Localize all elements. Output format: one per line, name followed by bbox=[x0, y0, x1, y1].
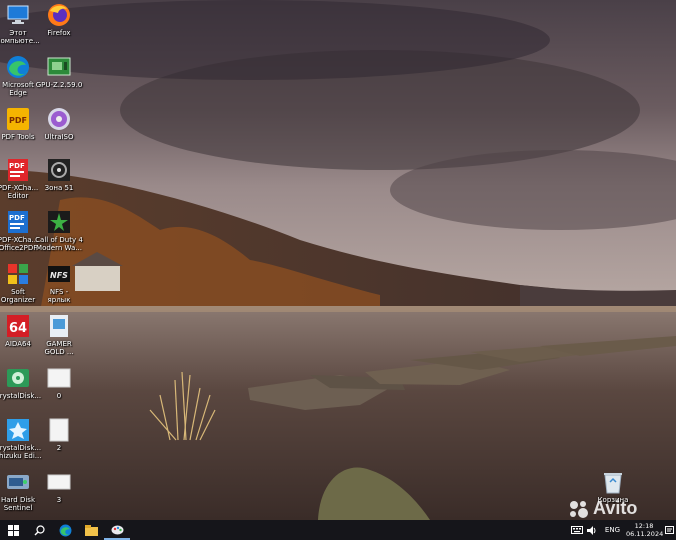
notification-center-button[interactable] bbox=[662, 525, 676, 535]
taskbar-paint-app-button[interactable] bbox=[104, 520, 130, 540]
hard-disk-sentinel-icon bbox=[5, 469, 31, 495]
pdf-xchange-editor-icon: PDF bbox=[5, 157, 31, 183]
desktop-icon-label: Зона 51 bbox=[44, 184, 74, 192]
recycle-bin-icon bbox=[600, 469, 626, 495]
gpu-z-icon bbox=[46, 54, 72, 80]
desktop-icon-file-2[interactable]: 2 bbox=[37, 417, 81, 452]
pdf-tools-icon: PDF bbox=[5, 106, 31, 132]
document-thumbnail-icon bbox=[46, 469, 72, 495]
aida64-icon: 64 bbox=[5, 313, 31, 339]
notification-icon bbox=[664, 525, 674, 534]
paint-app-icon bbox=[111, 525, 123, 535]
search-icon bbox=[34, 524, 45, 535]
desktop-icon-label: Firefox bbox=[47, 29, 71, 37]
desktop-icon-label: UltraISO bbox=[44, 133, 74, 141]
taskbar-file-explorer-button[interactable] bbox=[78, 520, 104, 540]
desktop-icon-label: 0 bbox=[56, 392, 62, 400]
svg-text:64: 64 bbox=[9, 321, 27, 336]
desktop-icon-gpu-z[interactable]: GPU-Z.2.59.0 bbox=[36, 54, 82, 89]
crystaldisk-shizuku-icon bbox=[5, 417, 31, 443]
start-button[interactable] bbox=[0, 520, 26, 540]
watermark-text: Avito bbox=[593, 498, 638, 518]
desktop-icon-label: GAMER GOLD ... bbox=[44, 340, 74, 356]
desktop-icon-label: NFS - ярлык bbox=[47, 288, 71, 304]
windows-start-icon bbox=[7, 524, 19, 536]
desktop-icon-gamer-gold[interactable]: GAMER GOLD ... bbox=[37, 313, 81, 356]
taskbar-edge-button[interactable] bbox=[52, 520, 78, 540]
nfs-shortcut-icon: NFS bbox=[46, 261, 72, 287]
desktop-icon-firefox[interactable]: Firefox bbox=[37, 2, 81, 37]
edge-icon bbox=[5, 54, 31, 80]
svg-text:NFS: NFS bbox=[50, 271, 68, 280]
document-thumbnail-icon bbox=[46, 365, 72, 391]
clock-date: 06.11.2024 bbox=[626, 530, 664, 538]
clock-time: 12:18 bbox=[634, 522, 654, 530]
ultraiso-icon bbox=[46, 106, 72, 132]
desktop-icon-hard-disk-sentinel[interactable]: Hard Disk Sentinel bbox=[0, 469, 40, 512]
svg-text:PDF: PDF bbox=[9, 162, 25, 170]
clock[interactable]: 12:18 06.11.2024 bbox=[626, 522, 664, 538]
call-of-duty-icon bbox=[46, 209, 72, 235]
taskbar: ENG 12:18 06.11.2024 bbox=[0, 520, 676, 540]
this-pc-icon bbox=[5, 2, 31, 28]
search-button[interactable] bbox=[26, 520, 52, 540]
svg-text:PDF: PDF bbox=[9, 116, 27, 125]
desktop-wallpaper bbox=[0, 0, 676, 520]
desktop-icon-zona51[interactable]: Зона 51 bbox=[37, 157, 81, 192]
document-thumbnail-icon bbox=[46, 417, 72, 443]
input-language[interactable]: ENG bbox=[605, 526, 620, 534]
system-tray: ENG 12:18 06.11.2024 bbox=[570, 520, 676, 540]
avito-logo-icon bbox=[570, 500, 588, 518]
gamer-gold-icon bbox=[46, 313, 72, 339]
desktop-icon-pdf-xchange-editor[interactable]: PDF PDF-XCha... Editor bbox=[0, 157, 40, 200]
desktop-icon-file-3[interactable]: 3 bbox=[37, 469, 81, 504]
desktop-icon-nfs-shortcut[interactable]: NFS NFS - ярлык bbox=[37, 261, 81, 304]
desktop-icon-this-pc[interactable]: Этот компьюте... bbox=[0, 2, 40, 45]
desktop-icon-call-of-duty[interactable]: Call of Duty 4 Modern Wa... bbox=[35, 209, 83, 252]
edge-icon bbox=[59, 524, 71, 536]
soft-organizer-icon bbox=[5, 261, 31, 287]
desktop-icon-ultraiso[interactable]: UltraISO bbox=[37, 106, 81, 141]
volume-icon[interactable] bbox=[586, 525, 597, 535]
desktop-icon-crystaldisk-shizuku[interactable]: CrystalDisk... Shizuku Edi... bbox=[0, 417, 41, 460]
file-explorer-icon bbox=[84, 524, 98, 536]
firefox-icon bbox=[46, 2, 72, 28]
desktop-icon-file-0[interactable]: 0 bbox=[37, 365, 81, 400]
desktop-icon-edge[interactable]: Microsoft Edge bbox=[0, 54, 40, 97]
pdf-xchange-office2pdf-icon: PDF bbox=[5, 209, 31, 235]
desktop-icon-label: 2 bbox=[56, 444, 62, 452]
desktop-icon-label: GPU-Z.2.59.0 bbox=[35, 81, 83, 89]
avito-watermark: Avito bbox=[568, 498, 637, 519]
zona51-icon bbox=[46, 157, 72, 183]
desktop-icon-label: Call of Duty 4 Modern Wa... bbox=[35, 236, 83, 252]
crystaldisk-icon bbox=[5, 365, 31, 391]
svg-text:PDF: PDF bbox=[9, 214, 25, 222]
keyboard-icon[interactable] bbox=[570, 526, 583, 534]
desktop-icon-label: 3 bbox=[56, 496, 62, 504]
